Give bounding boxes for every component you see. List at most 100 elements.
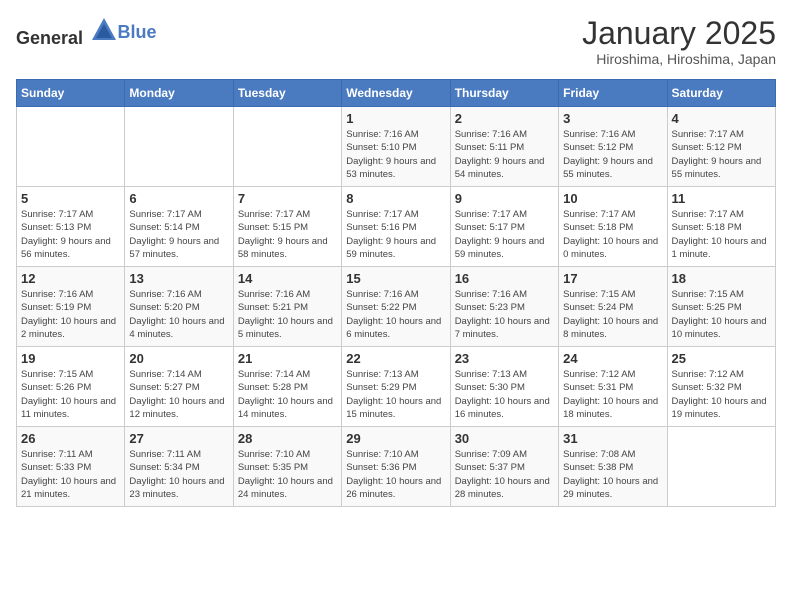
day-number: 18 xyxy=(672,271,771,286)
calendar-cell: 25 Sunrise: 7:12 AM Sunset: 5:32 PM Dayli… xyxy=(667,347,775,427)
calendar-cell xyxy=(233,107,341,187)
calendar-cell: 17Sunrise: 7:15 AM Sunset: 5:24 PM Dayli… xyxy=(559,267,667,347)
calendar-cell: 22 Sunrise: 7:13 AM Sunset: 5:29 PM Dayli… xyxy=(342,347,450,427)
calendar-header: SundayMondayTuesdayWednesdayThursdayFrid… xyxy=(17,80,776,107)
day-detail: Sunrise: 7:16 AM Sunset: 5:19 PM Dayligh… xyxy=(21,288,120,341)
calendar-cell: 21 Sunrise: 7:14 AM Sunset: 5:28 PM Dayli… xyxy=(233,347,341,427)
day-number: 21 xyxy=(238,351,337,366)
day-of-week-header: Friday xyxy=(559,80,667,107)
day-number: 1 xyxy=(346,111,445,126)
day-detail: Sunrise: 7:12 AM Sunset: 5:32 PM Dayligh… xyxy=(672,368,771,421)
calendar-cell xyxy=(125,107,233,187)
logo-icon xyxy=(90,16,118,44)
calendar-cell: 2Sunrise: 7:16 AM Sunset: 5:11 PM Daylig… xyxy=(450,107,558,187)
day-number: 24 xyxy=(563,351,662,366)
calendar-cell: 24Sunrise: 7:12 AM Sunset: 5:31 PM Dayli… xyxy=(559,347,667,427)
day-of-week-header: Thursday xyxy=(450,80,558,107)
calendar-cell: 10Sunrise: 7:17 AM Sunset: 5:18 PM Dayli… xyxy=(559,187,667,267)
day-detail: Sunrise: 7:15 AM Sunset: 5:25 PM Dayligh… xyxy=(672,288,771,341)
day-detail: Sunrise: 7:17 AM Sunset: 5:12 PM Dayligh… xyxy=(672,128,771,181)
day-number: 13 xyxy=(129,271,228,286)
day-number: 10 xyxy=(563,191,662,206)
day-number: 8 xyxy=(346,191,445,206)
calendar-cell: 8 Sunrise: 7:17 AM Sunset: 5:16 PM Daylig… xyxy=(342,187,450,267)
calendar-cell: 7 Sunrise: 7:17 AM Sunset: 5:15 PM Daylig… xyxy=(233,187,341,267)
day-number: 19 xyxy=(21,351,120,366)
day-number: 27 xyxy=(129,431,228,446)
logo: General Blue xyxy=(16,16,157,49)
day-of-week-header: Tuesday xyxy=(233,80,341,107)
day-detail: Sunrise: 7:17 AM Sunset: 5:13 PM Dayligh… xyxy=(21,208,120,261)
calendar-cell: 12 Sunrise: 7:16 AM Sunset: 5:19 PM Dayli… xyxy=(17,267,125,347)
day-number: 29 xyxy=(346,431,445,446)
calendar-cell: 6Sunrise: 7:17 AM Sunset: 5:14 PM Daylig… xyxy=(125,187,233,267)
day-number: 2 xyxy=(455,111,554,126)
day-number: 11 xyxy=(672,191,771,206)
calendar-week-row: 19 Sunrise: 7:15 AM Sunset: 5:26 PM Dayli… xyxy=(17,347,776,427)
day-number: 9 xyxy=(455,191,554,206)
day-detail: Sunrise: 7:16 AM Sunset: 5:23 PM Dayligh… xyxy=(455,288,554,341)
day-number: 3 xyxy=(563,111,662,126)
calendar-cell: 3 Sunrise: 7:16 AM Sunset: 5:12 PM Daylig… xyxy=(559,107,667,187)
logo-general: General xyxy=(16,28,83,48)
day-detail: Sunrise: 7:16 AM Sunset: 5:10 PM Dayligh… xyxy=(346,128,445,181)
day-detail: Sunrise: 7:17 AM Sunset: 5:17 PM Dayligh… xyxy=(455,208,554,261)
calendar-cell: 28Sunrise: 7:10 AM Sunset: 5:35 PM Dayli… xyxy=(233,427,341,507)
day-number: 6 xyxy=(129,191,228,206)
day-number: 25 xyxy=(672,351,771,366)
day-detail: Sunrise: 7:11 AM Sunset: 5:34 PM Dayligh… xyxy=(129,448,228,501)
day-number: 14 xyxy=(238,271,337,286)
day-number: 31 xyxy=(563,431,662,446)
day-detail: Sunrise: 7:14 AM Sunset: 5:28 PM Dayligh… xyxy=(238,368,337,421)
calendar-cell: 27 Sunrise: 7:11 AM Sunset: 5:34 PM Dayli… xyxy=(125,427,233,507)
calendar-week-row: 26Sunrise: 7:11 AM Sunset: 5:33 PM Dayli… xyxy=(17,427,776,507)
day-detail: Sunrise: 7:16 AM Sunset: 5:22 PM Dayligh… xyxy=(346,288,445,341)
day-detail: Sunrise: 7:14 AM Sunset: 5:27 PM Dayligh… xyxy=(129,368,228,421)
calendar-cell: 9 Sunrise: 7:17 AM Sunset: 5:17 PM Daylig… xyxy=(450,187,558,267)
calendar-cell: 19 Sunrise: 7:15 AM Sunset: 5:26 PM Dayli… xyxy=(17,347,125,427)
calendar-cell: 23Sunrise: 7:13 AM Sunset: 5:30 PM Dayli… xyxy=(450,347,558,427)
day-detail: Sunrise: 7:16 AM Sunset: 5:20 PM Dayligh… xyxy=(129,288,228,341)
title-block: January 2025 Hiroshima, Hiroshima, Japan xyxy=(582,16,776,67)
day-detail: Sunrise: 7:13 AM Sunset: 5:29 PM Dayligh… xyxy=(346,368,445,421)
day-detail: Sunrise: 7:08 AM Sunset: 5:38 PM Dayligh… xyxy=(563,448,662,501)
calendar-cell: 26Sunrise: 7:11 AM Sunset: 5:33 PM Dayli… xyxy=(17,427,125,507)
day-number: 12 xyxy=(21,271,120,286)
location-title: Hiroshima, Hiroshima, Japan xyxy=(582,51,776,67)
calendar-table: SundayMondayTuesdayWednesdayThursdayFrid… xyxy=(16,79,776,507)
day-number: 4 xyxy=(672,111,771,126)
day-number: 20 xyxy=(129,351,228,366)
day-number: 16 xyxy=(455,271,554,286)
day-number: 7 xyxy=(238,191,337,206)
day-detail: Sunrise: 7:11 AM Sunset: 5:33 PM Dayligh… xyxy=(21,448,120,501)
day-number: 22 xyxy=(346,351,445,366)
days-of-week-row: SundayMondayTuesdayWednesdayThursdayFrid… xyxy=(17,80,776,107)
calendar-cell: 20 Sunrise: 7:14 AM Sunset: 5:27 PM Dayli… xyxy=(125,347,233,427)
calendar-cell: 29 Sunrise: 7:10 AM Sunset: 5:36 PM Dayli… xyxy=(342,427,450,507)
day-number: 15 xyxy=(346,271,445,286)
calendar-cell xyxy=(667,427,775,507)
calendar-cell: 18 Sunrise: 7:15 AM Sunset: 5:25 PM Dayli… xyxy=(667,267,775,347)
day-detail: Sunrise: 7:17 AM Sunset: 5:16 PM Dayligh… xyxy=(346,208,445,261)
calendar-week-row: 1 Sunrise: 7:16 AM Sunset: 5:10 PM Daylig… xyxy=(17,107,776,187)
day-of-week-header: Monday xyxy=(125,80,233,107)
calendar-cell: 14 Sunrise: 7:16 AM Sunset: 5:21 PM Dayli… xyxy=(233,267,341,347)
calendar-cell: 16 Sunrise: 7:16 AM Sunset: 5:23 PM Dayli… xyxy=(450,267,558,347)
day-detail: Sunrise: 7:09 AM Sunset: 5:37 PM Dayligh… xyxy=(455,448,554,501)
day-number: 5 xyxy=(21,191,120,206)
day-detail: Sunrise: 7:15 AM Sunset: 5:26 PM Dayligh… xyxy=(21,368,120,421)
day-of-week-header: Wednesday xyxy=(342,80,450,107)
day-detail: Sunrise: 7:13 AM Sunset: 5:30 PM Dayligh… xyxy=(455,368,554,421)
calendar-body: 1 Sunrise: 7:16 AM Sunset: 5:10 PM Daylig… xyxy=(17,107,776,507)
day-detail: Sunrise: 7:10 AM Sunset: 5:36 PM Dayligh… xyxy=(346,448,445,501)
day-number: 28 xyxy=(238,431,337,446)
day-detail: Sunrise: 7:16 AM Sunset: 5:21 PM Dayligh… xyxy=(238,288,337,341)
day-detail: Sunrise: 7:16 AM Sunset: 5:12 PM Dayligh… xyxy=(563,128,662,181)
day-detail: Sunrise: 7:17 AM Sunset: 5:15 PM Dayligh… xyxy=(238,208,337,261)
day-number: 17 xyxy=(563,271,662,286)
calendar-cell: 30Sunrise: 7:09 AM Sunset: 5:37 PM Dayli… xyxy=(450,427,558,507)
calendar-cell: 5 Sunrise: 7:17 AM Sunset: 5:13 PM Daylig… xyxy=(17,187,125,267)
logo-blue: Blue xyxy=(118,22,157,42)
day-of-week-header: Saturday xyxy=(667,80,775,107)
calendar-cell: 11Sunrise: 7:17 AM Sunset: 5:18 PM Dayli… xyxy=(667,187,775,267)
